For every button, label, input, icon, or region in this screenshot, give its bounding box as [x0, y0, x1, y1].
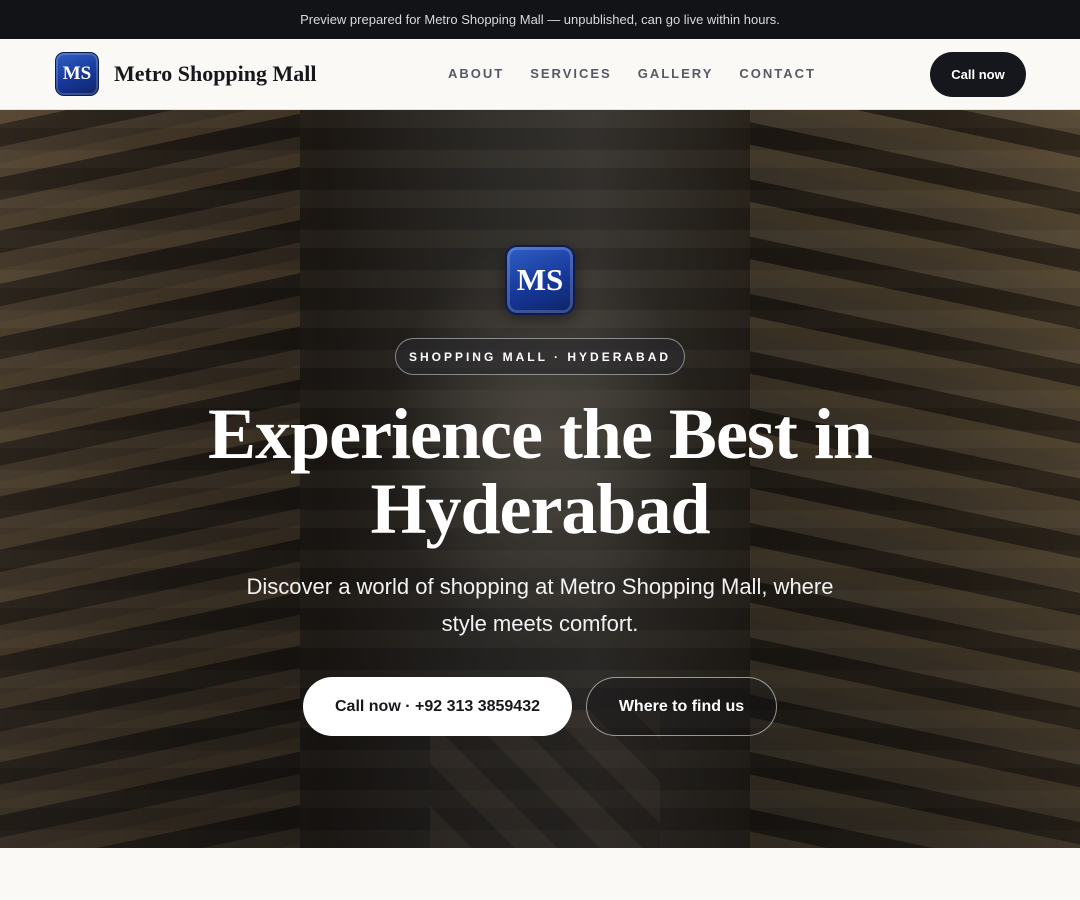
preview-banner-text: Preview prepared for Metro Shopping Mall…	[300, 12, 780, 27]
hero-logo-icon: MS	[505, 245, 575, 315]
nav-link-about[interactable]: ABOUT	[448, 66, 504, 81]
top-navigation: MS Metro Shopping Mall ABOUT SERVICES GA…	[0, 39, 1080, 110]
brand-logo-initials: MS	[62, 63, 92, 84]
nav-call-now-button[interactable]: Call now	[930, 52, 1026, 97]
hero-headline: Experience the Best in Hyderabad	[208, 394, 873, 549]
nav-links: ABOUT SERVICES GALLERY CONTACT	[448, 66, 842, 81]
hero-kicker-badge: SHOPPING MALL · HYDERABAD	[395, 338, 685, 375]
hero-call-now-button[interactable]: Call now · +92 313 3859432	[303, 677, 572, 736]
hero-find-us-button[interactable]: Where to find us	[586, 677, 777, 736]
hero-section: MS SHOPPING MALL · HYDERABAD Experience …	[0, 110, 1080, 848]
nav-link-contact[interactable]: CONTACT	[739, 66, 816, 81]
preview-banner: Preview prepared for Metro Shopping Mall…	[0, 0, 1080, 39]
nav-link-gallery[interactable]: GALLERY	[638, 66, 714, 81]
brand-name[interactable]: Metro Shopping Mall	[114, 61, 317, 87]
nav-link-services[interactable]: SERVICES	[530, 66, 612, 81]
hero-logo-initials: MS	[516, 262, 564, 297]
hero-subline: Discover a world of shopping at Metro Sh…	[246, 574, 834, 636]
brand-logo-icon[interactable]: MS	[55, 52, 99, 96]
